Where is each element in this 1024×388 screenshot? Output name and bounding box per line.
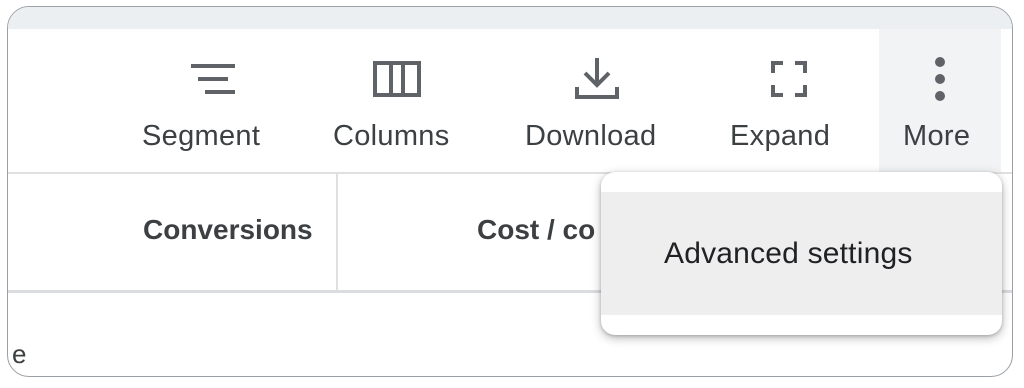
table-toolbar: Segment Columns Download Expand More <box>8 29 1012 174</box>
column-divider <box>336 174 338 290</box>
more-button[interactable]: More <box>879 29 1001 174</box>
menu-item-advanced-settings[interactable]: Advanced settings <box>601 192 1002 315</box>
table-row-text: e <box>12 339 27 369</box>
download-button[interactable]: Download <box>521 29 687 174</box>
column-header-conversions[interactable]: Conversions <box>143 214 313 246</box>
top-strip <box>8 7 1012 29</box>
fullscreen-icon <box>765 55 813 103</box>
more-label: More <box>903 120 971 152</box>
columns-button[interactable]: Columns <box>331 29 481 174</box>
download-label: Download <box>525 120 657 152</box>
download-icon <box>573 55 621 103</box>
more-vert-icon <box>916 55 964 103</box>
columns-label: Columns <box>333 120 450 152</box>
column-header-cost-per-conversion[interactable]: Cost / co <box>477 214 595 246</box>
columns-icon <box>373 55 421 103</box>
segment-lines-icon <box>189 55 237 103</box>
expand-label: Expand <box>730 120 831 152</box>
segment-button[interactable]: Segment <box>140 29 286 174</box>
more-menu: Advanced settings <box>601 172 1002 335</box>
expand-button[interactable]: Expand <box>726 29 850 174</box>
segment-label: Segment <box>142 120 261 152</box>
